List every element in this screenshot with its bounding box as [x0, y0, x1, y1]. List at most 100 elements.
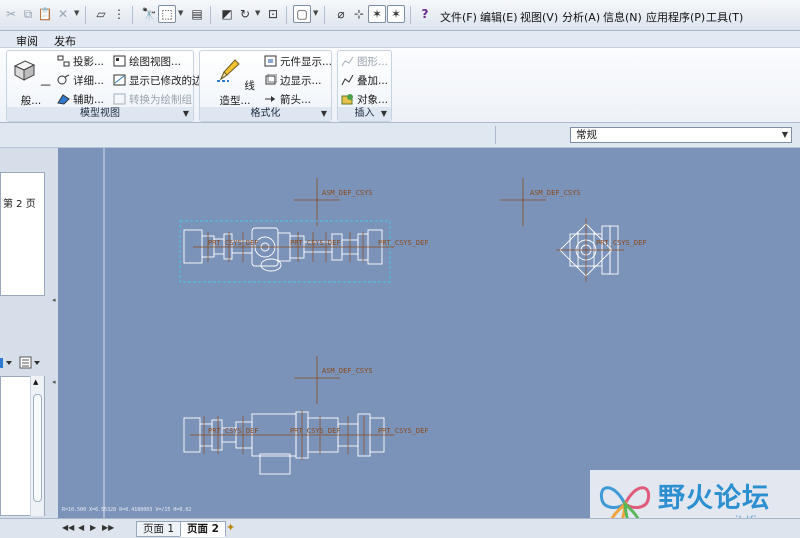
chevron-down-icon[interactable]: ▼ [74, 9, 79, 17]
arrow-icon [264, 93, 277, 105]
zoom-fit-icon[interactable]: ⊡ [264, 5, 282, 23]
copy-icon[interactable]: ⧉ [19, 5, 37, 23]
toolbar-separator [132, 6, 133, 24]
format-title: 格式化 [250, 108, 281, 119]
menu-applications[interactable]: 应用程序(P) [646, 9, 705, 25]
side-view[interactable]: PRT_CSYS_DEF [556, 218, 647, 282]
layer-settings-button[interactable] [0, 356, 44, 372]
page-tab-1[interactable]: 页面 1 [136, 521, 182, 537]
menu-edit[interactable]: 编辑(E) [480, 9, 518, 25]
last-page-icon[interactable]: ▶▶ [102, 523, 114, 532]
ribbon: 一般... 投影... 详细... 辅助... 绘图视图... 显示已修改的边 … [0, 47, 800, 123]
splitter[interactable] [495, 126, 496, 144]
projection-label: 投影... [73, 55, 105, 68]
pane-grip[interactable]: ◂ [52, 296, 57, 316]
new-page-icon[interactable]: ✦ [226, 521, 235, 534]
axis-display-icon[interactable]: ⊹ [350, 5, 368, 23]
convert-icon [113, 93, 126, 105]
assembly-label-top-2: PRT_CSYS_DEF [290, 239, 341, 247]
menu-file[interactable]: 文件(F) [440, 9, 477, 25]
drawing-canvas[interactable]: ASM_DEF_CSYS ASM_DEF_CSYS ASM_DEF_CSYS P… [58, 148, 800, 518]
graphics-button[interactable]: 图形... [341, 53, 388, 69]
line-style-button[interactable]: 线造型... [212, 57, 258, 107]
edge-display-button[interactable]: 边显示... [264, 72, 322, 88]
tree-icon[interactable]: ⋮ [110, 5, 128, 23]
chevron-down-icon[interactable]: ▼ [178, 9, 183, 17]
toolbar-separator [85, 6, 86, 24]
convert-to-draft-group-label: 转换为绘制组 [129, 93, 192, 106]
group-label-model-views: 模型视图 ▼ [7, 107, 193, 121]
select-box-icon[interactable]: ⬚ [158, 5, 176, 23]
component-display-label: 元件显示... [280, 55, 333, 68]
sheet-icon[interactable]: ▤ [188, 5, 206, 23]
find-icon[interactable]: 🔭 [140, 5, 158, 23]
side-view-label: PRT_CSYS_DEF [596, 239, 647, 247]
menu-view[interactable]: 视图(V) [520, 9, 558, 25]
show-modified-edges-button[interactable]: 显示已修改的边 [113, 72, 203, 88]
chevron-down-icon[interactable]: ▼ [381, 107, 387, 121]
delete-icon[interactable]: ✕ [54, 5, 72, 23]
next-page-icon[interactable]: ▶ [90, 523, 96, 532]
watermark-title: 野火论坛 [658, 483, 770, 514]
regenerate-icon[interactable]: ↻ [236, 5, 254, 23]
toolbar-separator [324, 6, 325, 24]
model-tree-pane[interactable]: 第 2 页 [0, 172, 45, 296]
front-view[interactable]: PRT_CSYS_DEF PRT_CSYS_DEF PRT_CSYS_DEF [179, 220, 429, 283]
list-icon [0, 356, 40, 369]
menu-info[interactable]: 信息(N) [603, 9, 642, 25]
edge-display-label: 边显示... [280, 74, 322, 87]
drawing-sheet: ASM_DEF_CSYS ASM_DEF_CSYS ASM_DEF_CSYS P… [103, 148, 647, 518]
line-style-label: 线造型... [219, 80, 255, 107]
scroll-up-icon[interactable]: ▲ [33, 378, 38, 386]
datum-display-icon[interactable]: ⌀ [332, 5, 350, 23]
prev-page-icon[interactable]: ◀ [78, 523, 84, 532]
point-display-icon[interactable]: ✶ [368, 5, 386, 23]
bottom-view[interactable]: PRT_CSYS_DEF PRT_CSYS_DEF PRT_CSYS_DEF [183, 410, 429, 475]
help-icon[interactable]: ? [416, 5, 434, 23]
object-button[interactable]: 对象... [341, 91, 388, 107]
chevron-down-icon[interactable]: ▼ [782, 128, 788, 142]
left-panel: 第 2 页 ◂ ▲ ◂ [0, 148, 58, 518]
layer-icon[interactable]: ▱ [92, 5, 110, 23]
convert-to-draft-group-button[interactable]: 转换为绘制组 [113, 91, 192, 107]
view-filter-value: 常规 [576, 129, 597, 141]
csys-marker-1[interactable] [294, 178, 340, 226]
layer-scrollbar[interactable]: ▲ [30, 376, 44, 516]
paste-icon[interactable]: 📋 [36, 5, 54, 23]
group-format: 线造型... 元件显示... 边显示... 箭头... 格式化 ▼ [199, 50, 332, 122]
general-view-label: 一般... [20, 80, 51, 107]
projection-button[interactable]: 投影... [57, 53, 104, 69]
overlay-button[interactable]: 叠加... [341, 72, 388, 88]
repaint-icon[interactable]: ◩ [218, 5, 236, 23]
toolbar-separator [410, 6, 411, 24]
chevron-down-icon[interactable]: ▼ [183, 107, 189, 121]
auxiliary-button[interactable]: 辅助... [57, 91, 104, 107]
menu-analysis[interactable]: 分析(A) [562, 9, 600, 25]
chevron-down-icon[interactable]: ▼ [255, 9, 260, 17]
chevron-down-icon[interactable]: ▼ [321, 107, 327, 121]
toolbar-separator [286, 6, 287, 24]
first-page-icon[interactable]: ◀◀ [62, 523, 74, 532]
assembly-label-top: PRT_CSYS_DEF [208, 239, 259, 247]
pane-grip[interactable]: ◂ [52, 378, 57, 398]
view-filter-select[interactable]: 常规 ▼ [570, 127, 792, 143]
arrows-button[interactable]: 箭头... [264, 91, 311, 107]
group-label-insert: 插入 ▼ [338, 107, 391, 121]
drawing-view-button[interactable]: 绘图视图... [113, 53, 181, 69]
window-icon[interactable]: ▢ [293, 5, 311, 23]
menu-tools[interactable]: 工具(T) [706, 9, 743, 25]
csys-display-icon[interactable]: ✶ [387, 5, 405, 23]
edge-display-icon [264, 73, 278, 86]
scroll-thumb[interactable] [33, 394, 42, 502]
general-view-button[interactable]: 一般... [11, 57, 51, 107]
chevron-down-icon[interactable]: ▼ [313, 9, 318, 17]
toolbar-separator [210, 6, 211, 24]
cut-icon[interactable]: ✂ [2, 5, 20, 23]
detailed-button[interactable]: 详细... [57, 72, 104, 88]
general-view-icon [13, 60, 36, 81]
csys-marker-2[interactable] [500, 178, 546, 226]
component-display-button[interactable]: 元件显示... [264, 53, 332, 69]
csys-marker-3[interactable] [294, 356, 340, 404]
page-tab-2[interactable]: 页面 2 [180, 521, 226, 537]
arrows-label: 箭头... [280, 93, 312, 106]
